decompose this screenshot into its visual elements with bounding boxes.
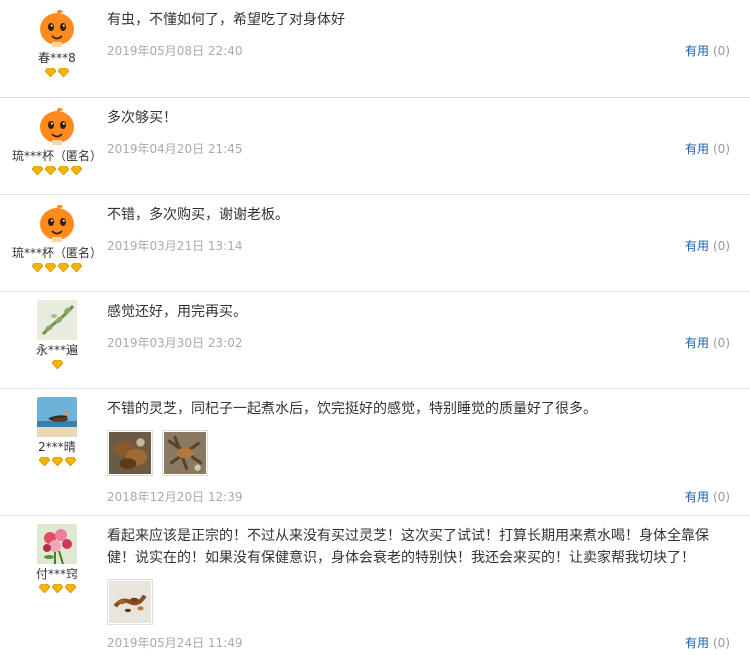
review-text: 看起来应该是正宗的！不过从来没有买过灵芝！这次买了试试！打算长期用来煮水喝！身体…: [107, 528, 709, 566]
review-content: 有虫，不懂如何了，希望吃了对身体好: [107, 9, 732, 31]
useful-button[interactable]: 有用 (0): [685, 634, 730, 651]
diamond-icon: [71, 166, 82, 175]
useful-label[interactable]: 有用: [685, 336, 709, 350]
diamond-icon: [38, 584, 50, 593]
diamond-icon: [58, 68, 69, 77]
review-user: 2***晴: [0, 397, 114, 469]
username: 琉***杯（匿名）: [11, 149, 102, 163]
review-text: 不错的灵芝，同杞子一起煮水后，饮完挺好的感觉，特别睡觉的质量好了很多。: [107, 401, 597, 417]
username: 永***遍: [35, 343, 78, 357]
useful-count: (0): [713, 336, 730, 350]
review-user: 永***遍: [0, 300, 114, 372]
review-date: 2019年03月21日 13:14: [107, 239, 243, 253]
useful-label[interactable]: 有用: [685, 490, 709, 504]
review-item: 付***窍 看起来应该是正宗的！不过从来没有买过灵芝！这次买了试试！打算长期用来…: [0, 516, 750, 655]
user-level: [0, 360, 114, 372]
diamond-icon: [58, 263, 69, 272]
review-user: 琉***杯（匿名）: [0, 203, 114, 275]
diamond-icon: [51, 584, 63, 593]
review-date: 2019年03月30日 23:02: [107, 336, 243, 350]
diamond-icon: [32, 263, 43, 272]
review-date: 2019年04月20日 21:45: [107, 142, 243, 156]
review-text: 不错，多次购买，谢谢老板。: [107, 207, 289, 223]
useful-label[interactable]: 有用: [685, 636, 709, 650]
avatar[interactable]: [37, 203, 77, 243]
useful-button[interactable]: 有用 (0): [685, 140, 730, 157]
review-item: 2***晴 不错的灵芝，同杞子一起煮水后，饮完挺好的感觉，特别睡觉的质量好了很多…: [0, 389, 750, 516]
diamond-icon: [51, 457, 63, 466]
review-image-thumb[interactable]: [107, 579, 153, 625]
avatar[interactable]: [37, 8, 77, 48]
avatar[interactable]: [37, 524, 77, 564]
useful-button[interactable]: 有用 (0): [685, 42, 730, 59]
diamond-icon: [58, 166, 69, 175]
review-item: 春***8 有虫，不懂如何了，希望吃了对身体好 2019年05月08日 22:4…: [0, 0, 750, 98]
useful-count: (0): [713, 142, 730, 156]
diamond-icon: [38, 457, 50, 466]
review-item: 永***遍 感觉还好，用完再买。 2019年03月30日 23:02 有用 (0): [0, 292, 750, 389]
diamond-icon: [45, 263, 56, 272]
review-item: 琉***杯（匿名） 不错，多次购买，谢谢老板。 2019年03月21日 13:1…: [0, 195, 750, 292]
review-user: 琉***杯（匿名）: [0, 106, 114, 178]
user-level: [0, 263, 114, 275]
diamond-icon: [32, 166, 43, 175]
username: 琉***杯（匿名）: [11, 246, 102, 260]
diamond-icon: [45, 166, 56, 175]
review-date: 2019年05月08日 22:40: [107, 44, 243, 58]
review-text: 有虫，不懂如何了，希望吃了对身体好: [107, 12, 345, 28]
useful-count: (0): [713, 490, 730, 504]
review-content: 看起来应该是正宗的！不过从来没有买过灵芝！这次买了试试！打算长期用来煮水喝！身体…: [107, 525, 732, 625]
diamond-icon: [64, 457, 76, 466]
useful-count: (0): [713, 239, 730, 253]
review-text: 多次够买！: [107, 110, 177, 126]
review-text: 感觉还好，用完再买。: [107, 304, 247, 320]
user-level: [0, 166, 114, 178]
diamond-icon: [71, 263, 82, 272]
avatar[interactable]: [37, 106, 77, 146]
user-level: [0, 584, 114, 596]
review-content: 多次够买！: [107, 107, 732, 129]
user-level: [0, 68, 114, 80]
username: 2***晴: [38, 440, 76, 454]
review-images: [107, 579, 732, 625]
useful-label[interactable]: 有用: [685, 239, 709, 253]
review-user: 付***窍: [0, 524, 114, 596]
useful-count: (0): [713, 44, 730, 58]
review-images: [107, 430, 732, 476]
review-content: 感觉还好，用完再买。: [107, 301, 732, 323]
review-date: 2018年12月20日 12:39: [107, 490, 243, 504]
review-image-thumb[interactable]: [107, 430, 153, 476]
useful-label[interactable]: 有用: [685, 142, 709, 156]
user-level: [0, 457, 114, 469]
review-item: 琉***杯（匿名） 多次够买！ 2019年04月20日 21:45 有用 (0): [0, 98, 750, 195]
useful-button[interactable]: 有用 (0): [685, 334, 730, 351]
useful-label[interactable]: 有用: [685, 44, 709, 58]
review-list: 春***8 有虫，不懂如何了，希望吃了对身体好 2019年05月08日 22:4…: [0, 0, 750, 655]
review-user: 春***8: [0, 8, 114, 80]
username: 春***8: [38, 51, 76, 65]
review-content: 不错，多次购买，谢谢老板。: [107, 204, 732, 226]
useful-button[interactable]: 有用 (0): [685, 488, 730, 505]
useful-button[interactable]: 有用 (0): [685, 237, 730, 254]
avatar[interactable]: [37, 300, 77, 340]
review-date: 2019年05月24日 11:49: [107, 636, 243, 650]
useful-count: (0): [713, 636, 730, 650]
username: 付***窍: [35, 567, 78, 581]
review-content: 不错的灵芝，同杞子一起煮水后，饮完挺好的感觉，特别睡觉的质量好了很多。: [107, 398, 732, 476]
diamond-icon: [51, 360, 63, 369]
diamond-icon: [64, 584, 76, 593]
diamond-icon: [45, 68, 56, 77]
avatar[interactable]: [37, 397, 77, 437]
review-image-thumb[interactable]: [162, 430, 208, 476]
